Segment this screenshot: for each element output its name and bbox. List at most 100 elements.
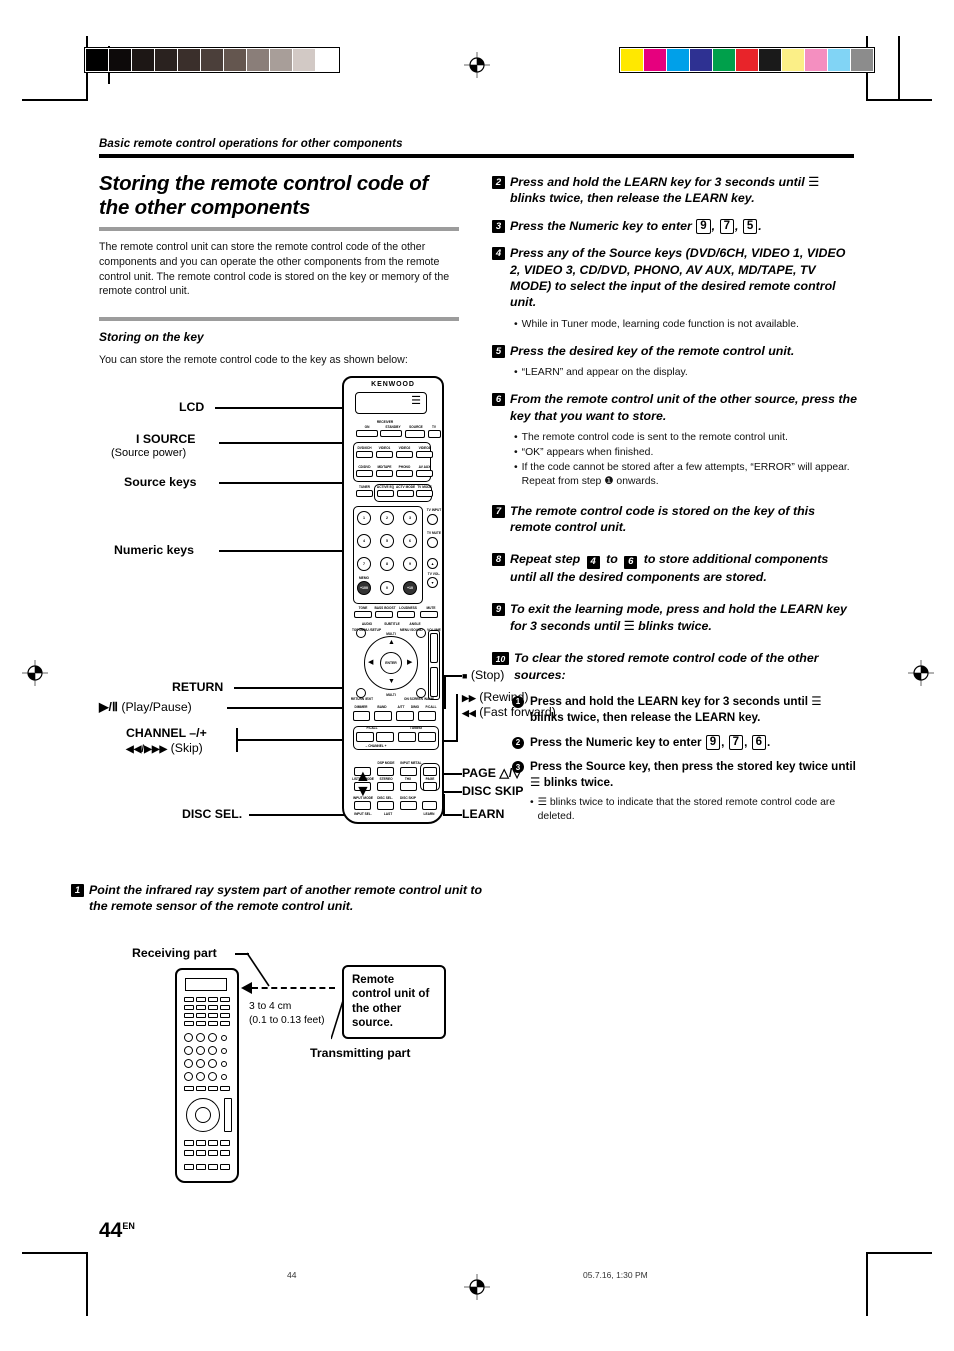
key-pause[interactable]: [353, 711, 370, 721]
numeric-key-4[interactable]: 4: [357, 534, 371, 548]
step-7-number: 7: [492, 504, 505, 518]
receiver-standby-key[interactable]: [380, 430, 402, 437]
key-dsp-mode[interactable]: [377, 767, 394, 776]
tv-vol-up-key[interactable]: ▲: [427, 558, 438, 569]
thx-label: THX: [404, 777, 412, 781]
key-disc-skip[interactable]: [400, 801, 417, 810]
numeric-key-plus10[interactable]: +10: [403, 581, 417, 595]
key-tuning-up[interactable]: [418, 732, 436, 742]
numeric-key-7[interactable]: 7: [357, 557, 371, 571]
key-active-eq[interactable]: [377, 490, 394, 497]
mini-key-r7c1: [184, 1150, 194, 1156]
key-stop[interactable]: [396, 711, 414, 721]
key-input-mode[interactable]: [354, 801, 371, 810]
numeric-key-0[interactable]: 0: [380, 581, 394, 595]
key-tv-mode[interactable]: [416, 490, 433, 497]
key-listen-mode-down[interactable]: ▼: [354, 782, 371, 800]
volume-up[interactable]: [430, 633, 438, 663]
color-swatch-10: [851, 49, 873, 71]
volume-down[interactable]: [430, 667, 438, 697]
title-divider: [99, 227, 459, 232]
numeric-key-6[interactable]: 6: [403, 534, 417, 548]
receiver-on-key[interactable]: [356, 430, 378, 437]
multi-down-label: MULTI: [386, 693, 396, 697]
key-channel-up[interactable]: [376, 732, 394, 742]
key-actv-mode[interactable]: [397, 490, 414, 497]
key-page-down[interactable]: [423, 782, 437, 791]
key-page-up[interactable]: [423, 767, 437, 776]
mini-round-r2c4: [221, 1048, 227, 1054]
source-key-video3[interactable]: [416, 451, 433, 458]
menu-sound-key[interactable]: [416, 628, 426, 638]
numeric-key-8[interactable]: 8: [380, 557, 394, 571]
key-listen-mode-up[interactable]: ▲: [354, 767, 371, 785]
key-sleep[interactable]: [418, 711, 436, 721]
nav-up-icon[interactable]: ▲: [388, 639, 395, 646]
key-channel-down[interactable]: [356, 732, 374, 742]
source-key-cddvd[interactable]: [356, 470, 373, 477]
subsection-title: Storing on the key: [99, 329, 204, 344]
source-key-video3-label: VIDEO3: [418, 446, 431, 450]
input-metal-label: INPUT METAL: [400, 761, 422, 765]
key-tone-label: TONE: [358, 606, 368, 610]
note-text: The remote control code is sent to the r…: [521, 432, 788, 444]
key-actv-mode-label: ACTV MODE: [396, 485, 416, 489]
mini-round-r4c1: [184, 1072, 193, 1081]
mini-key-r7c2: [196, 1150, 206, 1156]
key-thx[interactable]: [400, 782, 417, 791]
numeric-key-3[interactable]: 3: [403, 511, 417, 525]
numeric-key-plus100[interactable]: +100: [357, 581, 371, 595]
mini-key-r8c1: [184, 1164, 194, 1170]
volume-slider[interactable]: [428, 630, 440, 700]
source-power-key[interactable]: [405, 430, 425, 438]
tv-input-key[interactable]: [427, 514, 438, 525]
tv-power-key[interactable]: [428, 430, 441, 438]
key-tuning-down[interactable]: [398, 732, 416, 742]
source-key-tuner[interactable]: [356, 490, 373, 497]
step-9-number: 9: [492, 603, 505, 617]
key-loudness[interactable]: [397, 611, 415, 618]
key-play-pause[interactable]: [374, 711, 392, 721]
stereo-label: STEREO: [379, 777, 393, 781]
enter-key[interactable]: ENTER: [380, 652, 402, 674]
source-key-avaux[interactable]: [416, 470, 433, 477]
key-audio-label: AUDIO: [361, 622, 373, 626]
key-mute[interactable]: [420, 611, 438, 618]
nav-left-icon[interactable]: ◀: [368, 659, 373, 666]
step-8-part-2: to: [606, 552, 618, 567]
step-1: 1 Point the infrared ray system part of …: [71, 882, 491, 915]
clear-sub-step-1: 1 Press and hold the LEARN key for 3 sec…: [512, 694, 857, 726]
crop-mark-br-h: [866, 1252, 932, 1254]
source-key-dvd6ch[interactable]: [356, 451, 373, 458]
footer-timestamp: 05.7.16, 1:30 PM: [583, 1270, 648, 1280]
nav-right-icon[interactable]: ▶: [407, 659, 412, 666]
key-input-metal[interactable]: [400, 767, 417, 776]
listen-mode-label: LISTEN MODE: [352, 777, 374, 781]
source-key-video2[interactable]: [396, 451, 413, 458]
key-tone[interactable]: [354, 611, 372, 618]
key-stereo[interactable]: [377, 782, 394, 791]
leader-channel: [236, 739, 344, 741]
callout-source-keys: Source keys: [124, 475, 197, 489]
key-disc-sel[interactable]: [377, 801, 394, 810]
key-subtitle-label: SUBTITLE: [384, 622, 400, 626]
numeric-key-1[interactable]: 1: [357, 511, 371, 525]
numeric-key-5[interactable]: 5: [380, 534, 394, 548]
numeric-key-9[interactable]: 9: [403, 557, 417, 571]
nav-down-icon[interactable]: ▼: [388, 678, 395, 685]
source-key-phono[interactable]: [396, 470, 413, 477]
key-bass-boost[interactable]: [375, 611, 393, 618]
bullet-icon: •: [514, 367, 518, 379]
clear-notes: • ☰ blinks twice to indicate that the st…: [530, 796, 857, 824]
key-learn[interactable]: [422, 801, 437, 810]
step-8-part-1: Repeat step: [510, 552, 581, 567]
step-4-text: Press any of the Source keys (DVD/6CH, V…: [510, 246, 846, 310]
receiver-label: RECEIVER: [376, 420, 394, 424]
source-key-video1[interactable]: [376, 451, 393, 458]
numeric-key-2[interactable]: 2: [380, 511, 394, 525]
tv-vol-down-key[interactable]: ▼: [427, 577, 438, 588]
last-label: LAST: [383, 812, 393, 816]
top-menu-key[interactable]: [356, 628, 366, 638]
source-key-mdtape[interactable]: [376, 470, 393, 477]
tv-mute-key[interactable]: [427, 537, 438, 548]
